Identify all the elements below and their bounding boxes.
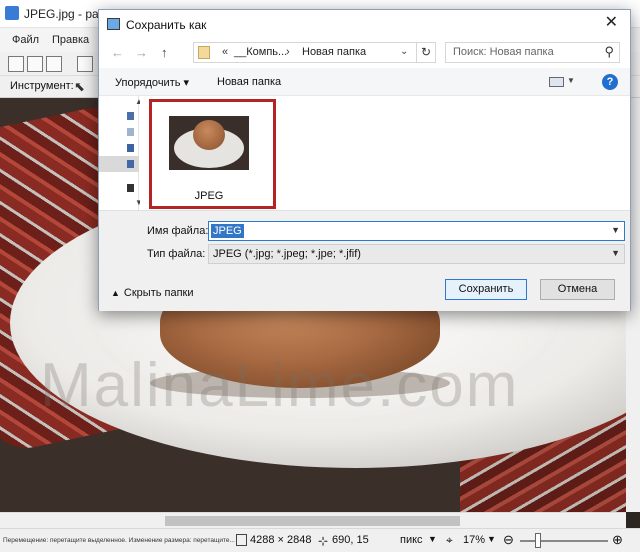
dialog-app-icon (107, 18, 120, 30)
image-size-icon (236, 534, 247, 546)
zoom-in-icon[interactable]: ⊕ (612, 532, 623, 548)
menu-file[interactable]: Файл (12, 34, 39, 46)
file-list[interactable]: JPEG (140, 96, 630, 210)
organize-button[interactable]: Упорядочить ▾ (115, 76, 189, 89)
new-file-icon[interactable] (8, 56, 24, 72)
refresh-icon[interactable]: ↻ (417, 42, 436, 63)
menu-edit[interactable]: Правка (52, 34, 89, 46)
new-folder-button[interactable]: Новая папка (217, 76, 281, 88)
close-icon[interactable]: ✕ (605, 15, 618, 31)
dialog-title: Сохранить как (126, 18, 207, 32)
status-bar: Перемещение: перетащите выделенное. Изме… (0, 528, 640, 552)
filetype-value: JPEG (*.jpg; *.jpeg; *.jpe; *.jfif) (213, 248, 361, 260)
filetype-label: Тип файла: (147, 248, 206, 260)
filename-chevron-down-icon[interactable]: ▼ (611, 225, 620, 235)
tool-label: Инструмент: (10, 80, 74, 92)
save-form: Имя файла: JPEG ▼ Тип файла: JPEG (*.jpg… (99, 210, 630, 270)
address-bar[interactable]: « __Компь... › Новая папка ⌄ (193, 42, 417, 63)
nav-item-icon[interactable] (127, 184, 134, 192)
breadcrumb-new-folder[interactable]: Новая папка (302, 46, 366, 58)
horizontal-scroll-thumb[interactable] (165, 516, 460, 526)
zoom-chevron-down-icon[interactable]: ▼ (487, 534, 496, 544)
nav-item-icon[interactable] (127, 112, 134, 120)
search-icon[interactable]: ⚲ (604, 44, 614, 60)
open-file-icon[interactable] (27, 56, 43, 72)
move-selection-tool-icon[interactable]: ⬉ (74, 79, 85, 95)
hide-folders-toggle[interactable]: ▲ Скрыть папки (111, 287, 194, 299)
dialog-titlebar[interactable]: Сохранить как ✕ (99, 10, 630, 38)
navigation-row: ← → ↑ « __Компь... › Новая папка ⌄ ↻ Пои… (99, 40, 630, 66)
zoom-slider-thumb[interactable] (534, 533, 541, 548)
zoom-slider-track[interactable] (520, 540, 608, 542)
search-input[interactable]: Поиск: Новая папка ⚲ (445, 42, 620, 63)
filename-value[interactable]: JPEG (211, 224, 244, 238)
horizontal-scrollbar[interactable] (0, 512, 626, 528)
folder-icon (198, 46, 210, 59)
dialog-footer: ▲ Скрыть папки Сохранить Отмена (99, 270, 630, 311)
address-overflow[interactable]: « (222, 46, 228, 58)
cursor-position-icon: ⊹ (318, 534, 329, 548)
view-options-icon[interactable] (549, 77, 564, 87)
forward-arrow-icon[interactable]: → (135, 45, 148, 60)
hide-folders-label[interactable]: Скрыть папки (124, 287, 194, 299)
view-chevron-down-icon[interactable]: ▼ (567, 76, 575, 85)
nav-item-icon[interactable] (127, 144, 134, 152)
print-icon[interactable] (77, 56, 93, 72)
help-icon[interactable]: ? (602, 74, 618, 90)
chevron-up-icon[interactable]: ▲ (111, 288, 120, 298)
breadcrumb-computer[interactable]: __Компь... (234, 46, 287, 58)
back-arrow-icon[interactable]: ← (111, 45, 124, 60)
filename-field[interactable]: JPEG ▼ (208, 221, 625, 241)
filetype-chevron-down-icon[interactable]: ▼ (611, 248, 620, 258)
filename-label: Имя файла: (147, 225, 209, 237)
save-as-dialog: Сохранить как ✕ ← → ↑ « __Компь... › Нов… (98, 9, 631, 311)
search-placeholder: Поиск: Новая папка (453, 46, 554, 58)
watermark: MalinaLime.com (40, 351, 520, 420)
file-thumbnail[interactable] (169, 116, 249, 170)
address-chevron-down-icon[interactable]: ⌄ (400, 46, 408, 57)
cancel-button[interactable]: Отмена (540, 279, 615, 300)
zoom-level[interactable]: 17% (463, 534, 485, 546)
filetype-select[interactable]: JPEG (*.jpg; *.jpeg; *.jpe; *.jfif) ▼ (208, 244, 625, 264)
image-size: 4288 × 2848 (250, 534, 312, 546)
zoom-out-icon[interactable]: ⊖ (503, 532, 514, 548)
save-button[interactable]: Сохранить (445, 279, 527, 300)
breadcrumb-separator[interactable]: › (286, 46, 290, 58)
status-hint: Перемещение: перетащите выделенное. Изме… (3, 537, 235, 544)
paintnet-app-icon (5, 6, 19, 20)
file-name-label[interactable]: JPEG (169, 190, 249, 202)
up-arrow-icon[interactable]: ↑ (161, 45, 168, 60)
command-bar: Упорядочить ▾ Новая папка ▼ ? (99, 68, 630, 96)
navigation-pane[interactable]: ▲ ▼ (99, 96, 143, 210)
thumbnail-cookie (193, 120, 225, 150)
unit-chevron-down-icon[interactable]: ▼ (428, 534, 437, 544)
save-file-icon[interactable] (46, 56, 62, 72)
zoom-fit-icon[interactable]: ⌖ (446, 533, 453, 548)
unit-selector[interactable]: пикс (400, 534, 423, 546)
nav-item-icon[interactable] (127, 128, 134, 136)
cursor-position: 690, 15 (332, 534, 369, 546)
nav-item-icon[interactable] (127, 160, 134, 168)
